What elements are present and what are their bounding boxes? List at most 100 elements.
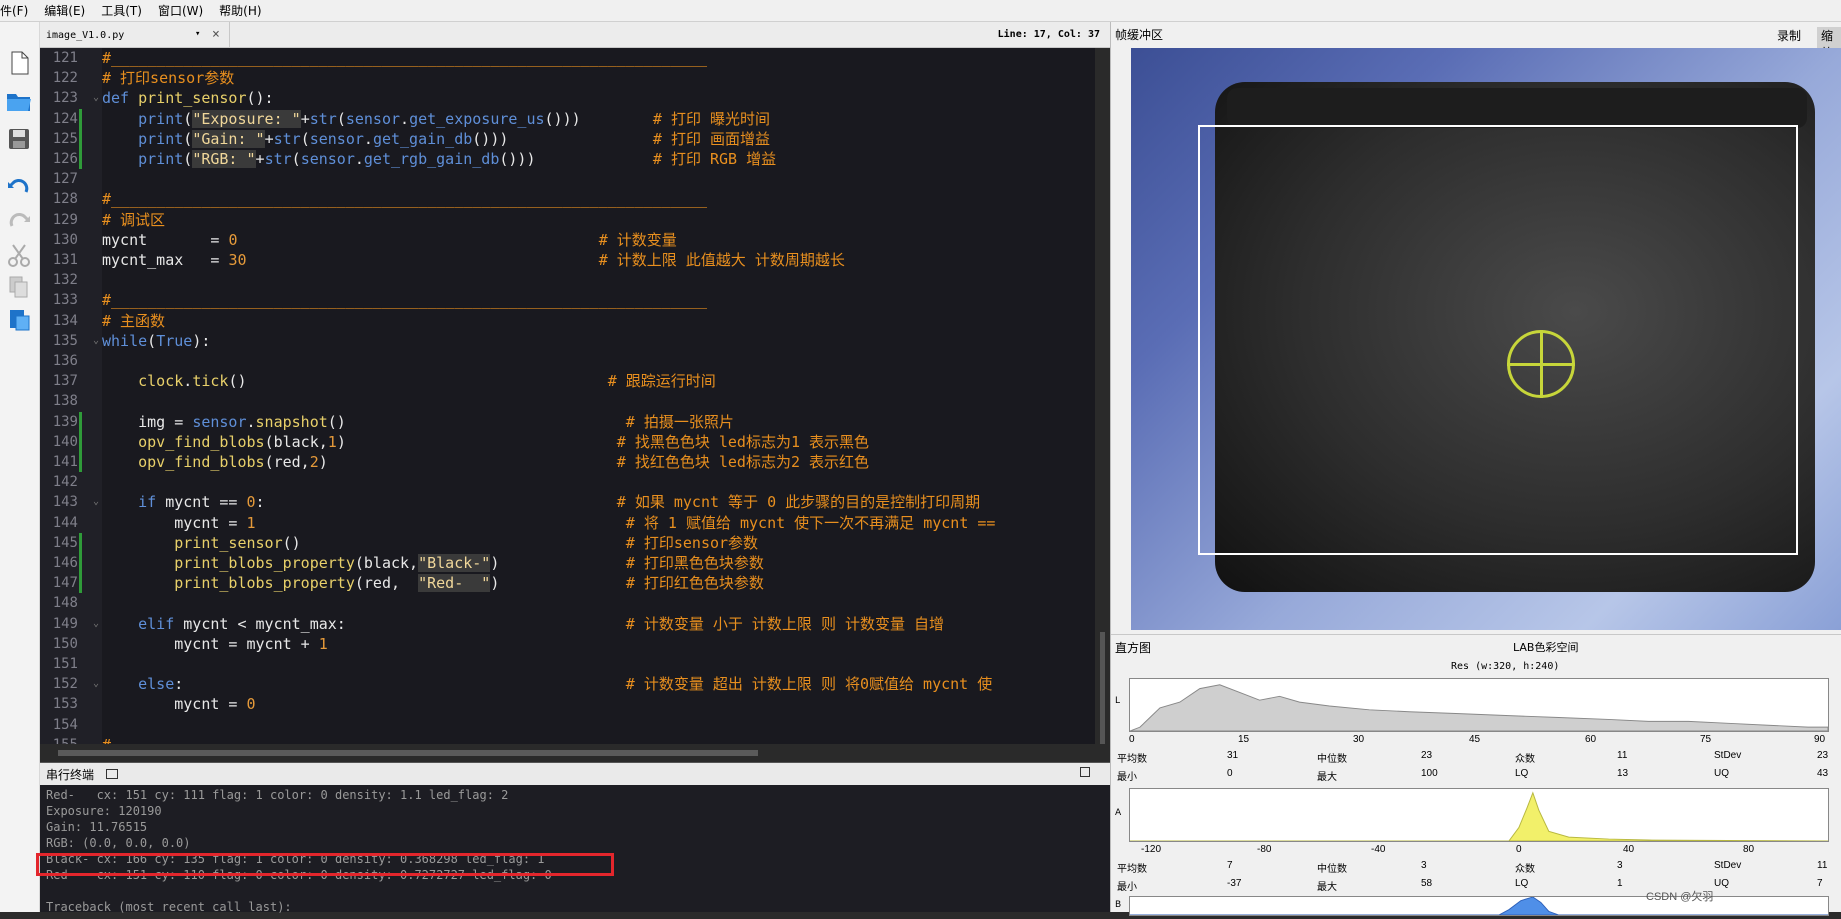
- highlight-box: [36, 853, 614, 876]
- code-line[interactable]: 153 mycnt = 0: [40, 694, 1095, 714]
- code-line[interactable]: 123 ⌄ def print_sensor():: [40, 88, 1095, 108]
- code-line[interactable]: 131 mycnt_max = 30 # 计数上限 此值越大 计数周期越长: [40, 250, 1095, 270]
- code-line[interactable]: 142: [40, 472, 1095, 492]
- stat-value: 23: [1817, 750, 1829, 761]
- tab-close-icon[interactable]: ×: [212, 27, 220, 42]
- code-line[interactable]: 144 mycnt = 1 # 将 1 赋值给 mycnt 使下一次不再满足 m…: [40, 513, 1095, 533]
- code-line[interactable]: 122 # 打印sensor参数: [40, 68, 1095, 88]
- code-line[interactable]: 155 #____________________________________…: [40, 735, 1095, 744]
- stat-value: 1: [1617, 878, 1623, 889]
- line-number: 150: [52, 635, 78, 652]
- cursor-position: Line: 17, Col: 37: [997, 29, 1100, 40]
- code-line[interactable]: 139 img = sensor.snapshot() # 拍摄一张照片: [40, 411, 1095, 432]
- code-text: while(True):: [102, 331, 211, 350]
- line-number: 155: [40, 735, 78, 744]
- fold-toggle-icon[interactable]: ⌄: [90, 88, 102, 108]
- code-line[interactable]: 134 # 主函数: [40, 311, 1095, 331]
- copy-icon[interactable]: [4, 272, 34, 302]
- code-line[interactable]: 127: [40, 169, 1095, 189]
- crosshair-vertical: [1540, 330, 1543, 398]
- change-marker: [79, 149, 82, 169]
- line-number: 129: [52, 211, 78, 228]
- code-line[interactable]: 129 # 调试区: [40, 210, 1095, 230]
- redo-icon[interactable]: [4, 206, 34, 236]
- code-line[interactable]: 132: [40, 270, 1095, 290]
- code-area[interactable]: 121 #____________________________________…: [40, 48, 1095, 744]
- stat-label: 众数: [1515, 754, 1535, 765]
- stat-value: 3: [1421, 860, 1427, 871]
- editor-tab-bar: image_V1.0.py ▾ × Line: 17, Col: 37: [40, 22, 1110, 48]
- change-marker: [79, 431, 82, 452]
- editor-vertical-scroll-thumb[interactable]: [1100, 632, 1105, 744]
- menu-window[interactable]: 窗口(W): [150, 2, 211, 19]
- code-line[interactable]: 145 print_sensor() # 打印sensor参数: [40, 532, 1095, 553]
- open-folder-icon[interactable]: [4, 86, 34, 116]
- code-line[interactable]: 130 mycnt = 0 # 计数变量: [40, 230, 1095, 250]
- serial-terminal-icon[interactable]: [106, 769, 119, 779]
- line-number: 122: [52, 70, 78, 87]
- serial-line: RGB: (0.0, 0.0, 0.0): [46, 836, 191, 850]
- code-line[interactable]: 136: [40, 351, 1095, 371]
- stat-label: 最小: [1117, 772, 1137, 783]
- change-marker: [79, 108, 82, 129]
- stat-value: 31: [1227, 750, 1239, 761]
- stat-label: UQ: [1714, 768, 1729, 779]
- code-line[interactable]: 141 opv_find_blobs(red,2) # 找红色色块 led标志为…: [40, 452, 1095, 472]
- code-line[interactable]: 128 #____________________________________…: [40, 189, 1095, 209]
- code-text: img = sensor.snapshot() # 拍摄一张照片: [102, 412, 734, 431]
- stat-value: -37: [1227, 878, 1242, 889]
- code-line[interactable]: 148: [40, 593, 1095, 613]
- code-line[interactable]: 126 print("RGB: "+str(sensor.get_rgb_gai…: [40, 149, 1095, 169]
- serial-terminal: 串行终端 Red- cx: 151 cy: 111 flag: 1 color:…: [40, 762, 1110, 914]
- stat-label: 最大: [1317, 772, 1337, 783]
- colorspace-select[interactable]: LAB色彩空间: [1513, 639, 1578, 655]
- code-text: print("RGB: "+str(sensor.get_rgb_gain_db…: [138, 150, 777, 168]
- code-line[interactable]: 125 print("Gain: "+str(sensor.get_gain_d…: [40, 128, 1095, 149]
- menu-file[interactable]: 件(F): [0, 2, 36, 19]
- menu-edit[interactable]: 编辑(E): [36, 2, 93, 19]
- code-line[interactable]: 143 ⌄ if mycnt == 0: # 如果 mycnt 等于 0 此步骤的…: [40, 492, 1095, 512]
- code-line[interactable]: 121 #____________________________________…: [40, 48, 1095, 68]
- fold-toggle-icon[interactable]: ⌄: [90, 614, 102, 634]
- fold-toggle-icon[interactable]: ⌄: [90, 674, 102, 694]
- histogram-header: 直方图 LAB色彩空间: [1111, 634, 1841, 656]
- code-line[interactable]: 152 ⌄ else: # 计数变量 超出 计数上限 则 将0赋值给 mycnt …: [40, 674, 1095, 694]
- fold-toggle-icon[interactable]: ⌄: [90, 492, 102, 512]
- undo-icon[interactable]: [4, 172, 34, 202]
- code-line[interactable]: 137 clock.tick() # 跟踪运行时间: [40, 371, 1095, 391]
- a-axis-label: A: [1115, 808, 1122, 818]
- stat-label: StDev: [1714, 750, 1742, 761]
- code-line[interactable]: 146 print_blobs_property(black,"Black-")…: [40, 553, 1095, 573]
- code-line[interactable]: 124 print("Exposure: "+str(sensor.get_ex…: [40, 108, 1095, 129]
- fold-toggle-icon[interactable]: ⌄: [90, 331, 102, 351]
- editor-horizontal-scroll-thumb[interactable]: [58, 750, 758, 756]
- code-line[interactable]: 135 ⌄ while(True):: [40, 331, 1095, 351]
- file-tab[interactable]: image_V1.0.py ▾ ×: [40, 22, 230, 48]
- panel-maximize-icon[interactable]: [1080, 767, 1090, 777]
- code-text: #_______________________________________…: [102, 735, 707, 744]
- code-text: # 主函数: [102, 311, 166, 330]
- menu-tools[interactable]: 工具(T): [93, 2, 150, 19]
- code-line[interactable]: 150 mycnt = mycnt + 1: [40, 634, 1095, 654]
- code-text: print("Exposure: "+str(sensor.get_exposu…: [138, 109, 770, 128]
- code-text: print("Gain: "+str(sensor.get_gain_db())…: [138, 129, 770, 148]
- a-tick: -120: [1141, 844, 1162, 855]
- code-line[interactable]: 149 ⌄ elif mycnt < mycnt_max: # 计数变量 小于 计…: [40, 614, 1095, 634]
- cut-icon[interactable]: [4, 240, 34, 270]
- left-toolbar: [0, 22, 40, 912]
- code-line[interactable]: 147 print_blobs_property(red, "Red- ") #…: [40, 573, 1095, 594]
- line-number: 136: [52, 353, 78, 369]
- menu-help[interactable]: 帮助(H): [211, 2, 269, 19]
- new-file-icon[interactable]: [4, 48, 34, 78]
- code-line[interactable]: 154: [40, 715, 1095, 735]
- record-button[interactable]: 录制: [1777, 27, 1801, 44]
- code-line[interactable]: 151: [40, 654, 1095, 674]
- code-line[interactable]: 138: [40, 391, 1095, 411]
- paste-icon[interactable]: [4, 304, 34, 334]
- save-icon[interactable]: [4, 124, 34, 154]
- code-line[interactable]: 140 opv_find_blobs(black,1) # 找黑色色块 led标…: [40, 431, 1095, 452]
- tab-dropdown-icon[interactable]: ▾: [195, 29, 200, 39]
- resolution-label: Res (w:320, h:240): [1451, 661, 1560, 672]
- a-tick: 80: [1743, 844, 1755, 855]
- code-line[interactable]: 133 #____________________________________…: [40, 290, 1095, 310]
